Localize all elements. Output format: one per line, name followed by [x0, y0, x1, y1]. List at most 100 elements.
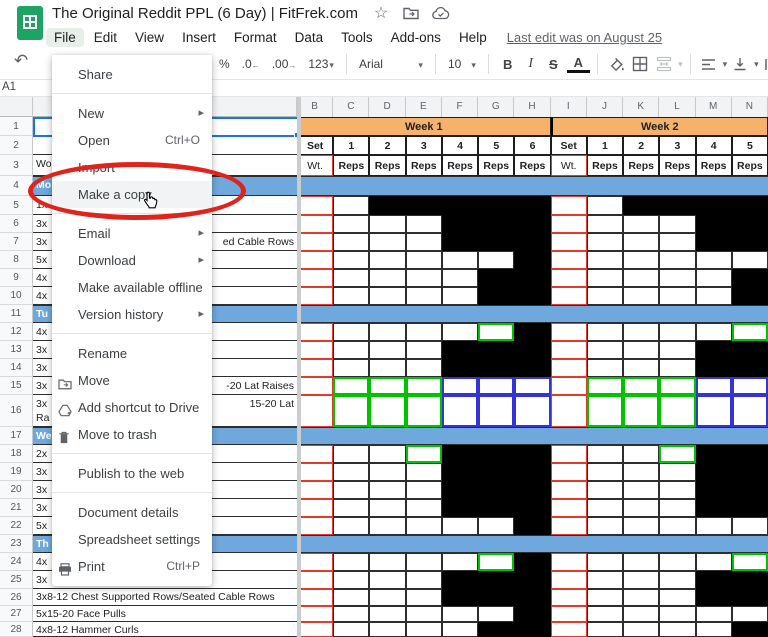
grid-cell[interactable]	[369, 323, 406, 341]
row-header-24[interactable]: 24	[0, 553, 33, 571]
grid-cell[interactable]	[695, 463, 732, 481]
grid-cell[interactable]	[550, 251, 587, 269]
grid-cell[interactable]	[478, 251, 515, 269]
grid-cell[interactable]	[550, 517, 587, 535]
grid-cell[interactable]	[514, 251, 551, 269]
week1-header[interactable]: Week 1	[297, 117, 551, 136]
grid-cell[interactable]	[441, 517, 479, 535]
grid-cell[interactable]	[405, 481, 442, 499]
grid-cell[interactable]: Reps	[514, 155, 551, 176]
file-menu-item-publish-to-the-web[interactable]: Publish to the web	[52, 460, 212, 487]
grid-cell[interactable]: 3	[405, 136, 442, 155]
grid-cell[interactable]	[623, 553, 660, 571]
grid-cell[interactable]: Reps	[333, 155, 370, 176]
grid-cell[interactable]	[623, 445, 660, 463]
grid-cell[interactable]	[405, 622, 442, 637]
grid-cell[interactable]	[623, 395, 660, 427]
grid-cell[interactable]	[297, 606, 334, 622]
grid-cell[interactable]	[369, 517, 406, 535]
grid-cell[interactable]	[659, 269, 696, 287]
decrease-decimal-button[interactable]: .0←	[237, 57, 265, 71]
grid-cell[interactable]	[659, 359, 696, 377]
move-to-folder-icon[interactable]	[402, 4, 420, 22]
menu-file[interactable]: File	[46, 28, 84, 47]
grid-cell[interactable]	[297, 323, 334, 341]
grid-cell[interactable]	[514, 571, 551, 589]
italic-button[interactable]: I	[521, 56, 540, 72]
grid-cell[interactable]	[441, 553, 479, 571]
grid-cell[interactable]	[695, 499, 732, 517]
grid-cell[interactable]	[405, 499, 442, 517]
grid-cell[interactable]	[586, 463, 624, 481]
column-header-F[interactable]: F	[441, 97, 479, 118]
row-header-1[interactable]: 1	[0, 117, 33, 136]
grid-cell[interactable]	[695, 445, 732, 463]
grid-cell[interactable]	[550, 553, 587, 571]
grid-cell[interactable]: Set	[550, 136, 587, 155]
grid-cell[interactable]	[297, 215, 334, 233]
grid-cell[interactable]	[369, 251, 406, 269]
grid-cell[interactable]	[695, 233, 732, 251]
grid-cell[interactable]	[731, 269, 768, 287]
grid-cell[interactable]	[586, 323, 624, 341]
grid-cell[interactable]	[441, 606, 479, 622]
grid-cell[interactable]	[550, 445, 587, 463]
file-menu-item-make-a-copy[interactable]: Make a copy	[52, 181, 212, 208]
grid-cell[interactable]	[297, 377, 334, 395]
grid-cell[interactable]	[731, 445, 768, 463]
grid-cell[interactable]	[514, 499, 551, 517]
grid-cell[interactable]	[695, 481, 732, 499]
grid-cell[interactable]	[550, 233, 587, 251]
menu-tools[interactable]: Tools	[333, 28, 381, 47]
grid-cell[interactable]	[441, 571, 479, 589]
grid-cell[interactable]	[333, 341, 370, 359]
grid-cell[interactable]	[297, 287, 334, 305]
grid-cell[interactable]	[623, 323, 660, 341]
grid-cell[interactable]	[659, 341, 696, 359]
text-wrap-icon[interactable]	[761, 53, 768, 75]
row-header-13[interactable]: 13	[0, 341, 33, 359]
grid-cell[interactable]	[586, 196, 624, 215]
grid-cell[interactable]	[659, 622, 696, 637]
grid-cell[interactable]	[586, 499, 624, 517]
undo-icon[interactable]: ↶	[14, 51, 28, 71]
row-header-21[interactable]: 21	[0, 499, 33, 517]
grid-cell[interactable]: 4	[441, 136, 479, 155]
grid-cell[interactable]	[659, 571, 696, 589]
grid-cell[interactable]: Reps	[586, 155, 624, 176]
grid-cell[interactable]	[623, 251, 660, 269]
grid-cell[interactable]	[695, 606, 732, 622]
grid-cell[interactable]	[731, 606, 768, 622]
file-menu-item-print[interactable]: Print Ctrl+P	[52, 553, 212, 580]
grid-cell[interactable]	[405, 606, 442, 622]
grid-cell[interactable]	[731, 481, 768, 499]
grid-cell[interactable]	[333, 269, 370, 287]
file-menu-item-open[interactable]: Open Ctrl+O	[52, 127, 212, 154]
grid-cell[interactable]	[586, 606, 624, 622]
fill-color-icon[interactable]	[605, 53, 627, 75]
font-name-select[interactable]: Arial ▾	[354, 57, 428, 71]
grid-cell[interactable]	[369, 553, 406, 571]
document-title[interactable]: The Original Reddit PPL (6 Day) | FitFre…	[52, 5, 358, 22]
grid-cell[interactable]	[731, 499, 768, 517]
grid-cell[interactable]	[369, 589, 406, 606]
grid-cell[interactable]	[514, 196, 551, 215]
grid-cell[interactable]	[731, 359, 768, 377]
grid-cell[interactable]	[514, 606, 551, 622]
grid-cell[interactable]	[369, 463, 406, 481]
cell-A26[interactable]: 3x8-12 Chest Supported Rows/Seated Cable…	[33, 589, 297, 606]
grid-cell[interactable]	[550, 606, 587, 622]
grid-cell[interactable]	[405, 287, 442, 305]
grid-cell[interactable]	[369, 215, 406, 233]
row-header-27[interactable]: 27	[0, 606, 33, 622]
row-header-5[interactable]: 5	[0, 196, 33, 215]
grid-cell[interactable]	[586, 341, 624, 359]
grid-cell[interactable]: 1	[333, 136, 370, 155]
menu-format[interactable]: Format	[226, 28, 285, 47]
font-size-select[interactable]: 10 ▾	[443, 57, 481, 71]
grid-cell[interactable]	[695, 571, 732, 589]
grid-cell[interactable]	[333, 553, 370, 571]
grid-cell[interactable]	[514, 377, 551, 395]
row-header-16[interactable]: 16	[0, 395, 33, 427]
grid-cell[interactable]	[297, 196, 334, 215]
